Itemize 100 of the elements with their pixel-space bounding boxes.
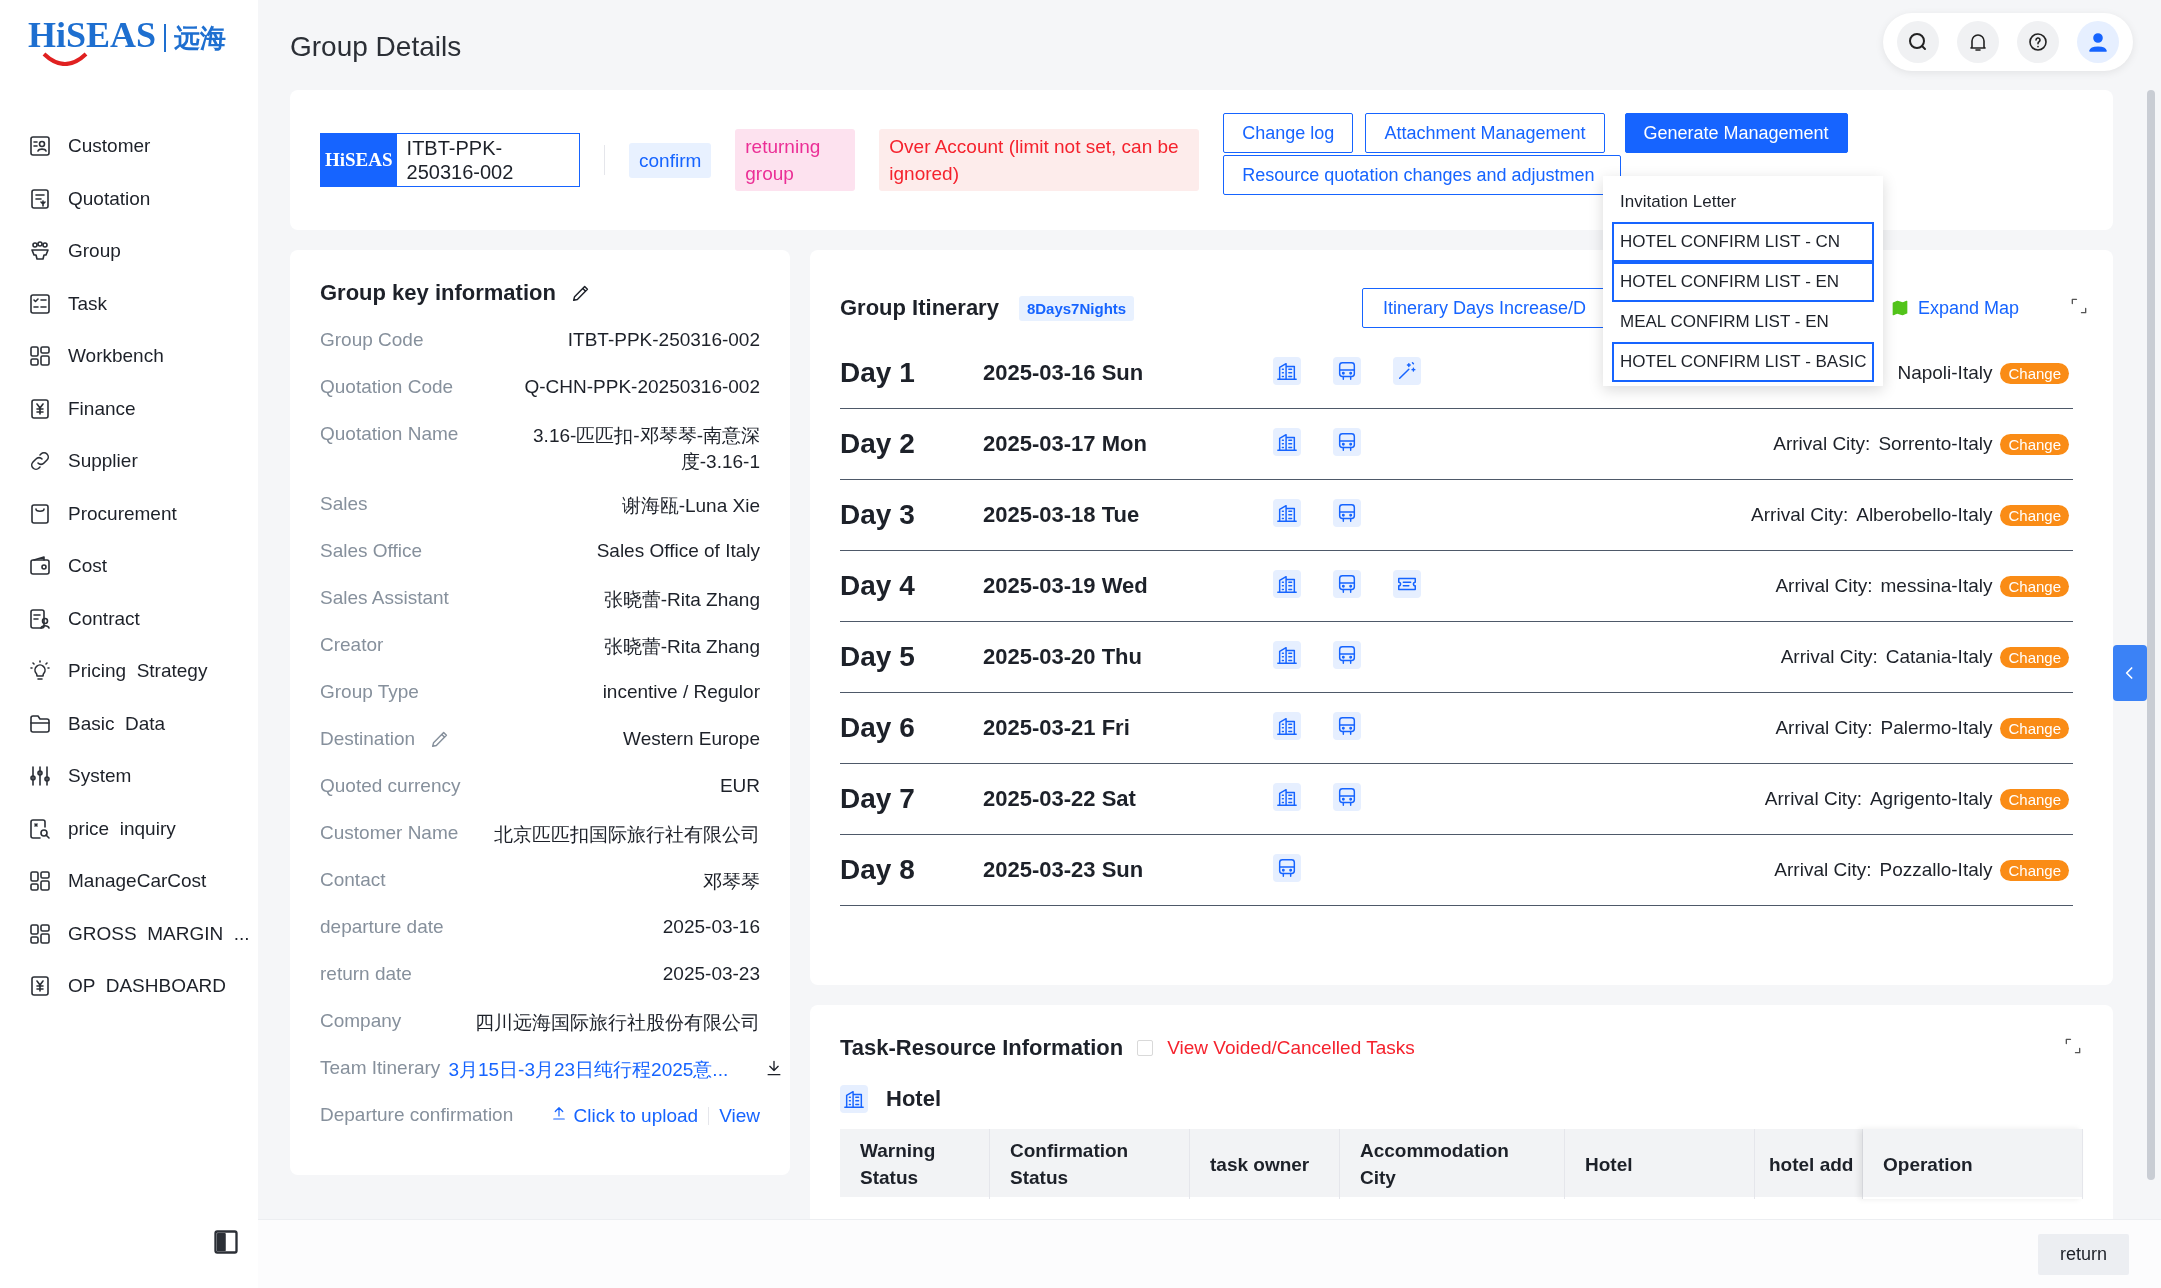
contract-icon xyxy=(28,606,52,631)
scrollbar[interactable] xyxy=(2147,90,2155,1180)
sidebar-item[interactable]: Basic Data xyxy=(28,697,258,750)
sidebar-item[interactable]: Task xyxy=(28,277,258,330)
search-button[interactable] xyxy=(1897,21,1939,63)
sidebar-item[interactable]: Pricing Strategy xyxy=(28,645,258,698)
arrival-label: Arrival City: xyxy=(1775,717,1873,739)
field-label: Creator xyxy=(320,634,384,656)
itinerary-file-link[interactable]: 3月15日-3月23日纯行程2025意... xyxy=(448,1057,729,1083)
checkbox[interactable] xyxy=(1137,1040,1154,1056)
notification-button[interactable] xyxy=(1957,21,1999,63)
expand-map-link[interactable]: Expand Map xyxy=(1889,297,2019,319)
sidebar-item[interactable]: Contract xyxy=(28,592,258,645)
sliders-icon xyxy=(28,764,52,789)
checklist-icon xyxy=(28,291,52,316)
grid-icon xyxy=(28,921,52,946)
field-value: 四川远海国际旅行社股份有限公司 xyxy=(475,1011,760,1035)
field-label: Team Itinerary xyxy=(320,1057,441,1079)
arrival-city: Catania-Italy xyxy=(1885,646,1993,668)
return-button[interactable]: return xyxy=(2037,1233,2129,1275)
field-label: return date xyxy=(320,963,412,985)
bus-icon xyxy=(1273,854,1301,882)
generate-button[interactable]: Generate Management xyxy=(1624,113,1848,153)
arrival-label: Arrival City: xyxy=(1780,646,1878,668)
field-value: 北京匹匹扣国际旅行社有限公司 xyxy=(494,823,760,847)
menu-item[interactable]: HOTEL CONFIRM LIST - CN xyxy=(1612,222,1874,262)
action-button[interactable]: Resource quotation changes and adjustmen xyxy=(1223,155,1622,195)
field-value: 邓琴琴 xyxy=(703,870,760,894)
card-title: Task-Resource Information xyxy=(840,1035,1124,1061)
sidebar-item[interactable]: Customer xyxy=(28,120,258,173)
action-button[interactable]: Change log xyxy=(1223,113,1354,153)
field-value: ITBT-PPK-250316-002 xyxy=(567,329,760,351)
menu-item[interactable]: HOTEL CONFIRM LIST - BASIC xyxy=(1612,342,1874,382)
voided-tasks-link[interactable]: View Voided/Cancelled Tasks xyxy=(1167,1037,1415,1059)
sidebar-item[interactable]: Supplier xyxy=(28,435,258,488)
field-label: Company xyxy=(320,1010,402,1032)
upload-link[interactable]: Click to upload xyxy=(550,1104,699,1127)
building-icon xyxy=(1273,783,1301,811)
column-header: hotel add xyxy=(1755,1129,1863,1199)
column-header: Accommodation City xyxy=(1340,1129,1565,1199)
help-icon xyxy=(2026,30,2050,54)
card-title: Group Itinerary xyxy=(840,295,999,321)
sidebar-item[interactable]: Finance xyxy=(28,382,258,435)
field-label: Group Code xyxy=(320,329,424,351)
menu-item[interactable]: HOTEL CONFIRM LIST - EN xyxy=(1612,262,1874,302)
section-title: Hotel xyxy=(886,1086,941,1112)
field-value: Sales Office of Italy xyxy=(596,540,760,562)
sidebar-item[interactable]: ManageCarCost xyxy=(28,855,258,908)
sidebar-item[interactable]: Workbench xyxy=(28,330,258,383)
day-date: 2025-03-23 Sun xyxy=(983,857,1145,883)
action-button[interactable]: Attachment Management xyxy=(1365,113,1605,153)
yen-icon xyxy=(28,396,52,421)
bus-icon xyxy=(1333,428,1361,456)
day-date: 2025-03-21 Fri xyxy=(983,715,1131,741)
sidebar-item[interactable]: Cost xyxy=(28,540,258,593)
bus-icon xyxy=(1333,570,1361,598)
sidebar-item[interactable]: Group xyxy=(28,225,258,278)
sidebar-item[interactable]: price inquiry xyxy=(28,802,258,855)
sidebar-item[interactable]: Procurement xyxy=(28,487,258,540)
user-button[interactable] xyxy=(2077,21,2119,63)
sidebar-item[interactable]: Quotation xyxy=(28,172,258,225)
day-label: Day 1 xyxy=(840,357,916,389)
arrival-city: Alberobello-Italy xyxy=(1856,504,1993,526)
building-icon xyxy=(840,1085,868,1113)
duration-badge: 8Days7Nights xyxy=(1018,295,1135,321)
field-value: EUR xyxy=(719,775,760,797)
sidebar-item[interactable]: OP DASHBOARD xyxy=(28,960,258,1013)
field-label: Quotation Name xyxy=(320,423,459,445)
column-header: task owner xyxy=(1190,1129,1340,1199)
day-date: 2025-03-18 Tue xyxy=(983,502,1141,528)
day-label: Day 3 xyxy=(840,499,916,531)
fullscreen-icon xyxy=(2063,1036,2083,1056)
column-header: Confirmation Status xyxy=(990,1129,1190,1199)
arrival-label: Arrival City: xyxy=(1764,788,1862,810)
user-icon xyxy=(2086,30,2110,54)
sidebar-toggle-icon xyxy=(212,1228,240,1256)
building-icon xyxy=(1273,641,1301,669)
page-title: Group Details xyxy=(290,30,462,63)
bus-icon xyxy=(1333,712,1361,740)
day-label: Day 2 xyxy=(840,428,916,460)
building-icon xyxy=(1273,499,1301,527)
bus-icon xyxy=(1333,641,1361,669)
view-link[interactable]: View xyxy=(719,1104,760,1127)
column-header: Operation xyxy=(1863,1129,2083,1199)
day-date: 2025-03-19 Wed xyxy=(983,573,1149,599)
sidebar-item[interactable]: System xyxy=(28,750,258,803)
help-button[interactable] xyxy=(2017,21,2059,63)
sidebar-item[interactable]: GROSS MARGIN ... xyxy=(28,907,258,960)
field-label: Quoted currency xyxy=(320,775,461,797)
arrival-city: messina-Italy xyxy=(1880,575,1993,597)
day-label: Day 5 xyxy=(840,641,916,673)
arrival-label: Arrival City: xyxy=(1775,575,1873,597)
building-icon xyxy=(1273,712,1301,740)
bag-icon xyxy=(28,501,52,526)
building-icon xyxy=(1273,357,1301,385)
logo-chinese: 远海 xyxy=(174,21,227,55)
card-title: Group key information xyxy=(320,280,556,306)
field-label: Departure confirmation xyxy=(320,1104,514,1126)
arrival-city: Napoli-Italy xyxy=(1897,362,1993,384)
day-date: 2025-03-16 Sun xyxy=(983,360,1145,386)
